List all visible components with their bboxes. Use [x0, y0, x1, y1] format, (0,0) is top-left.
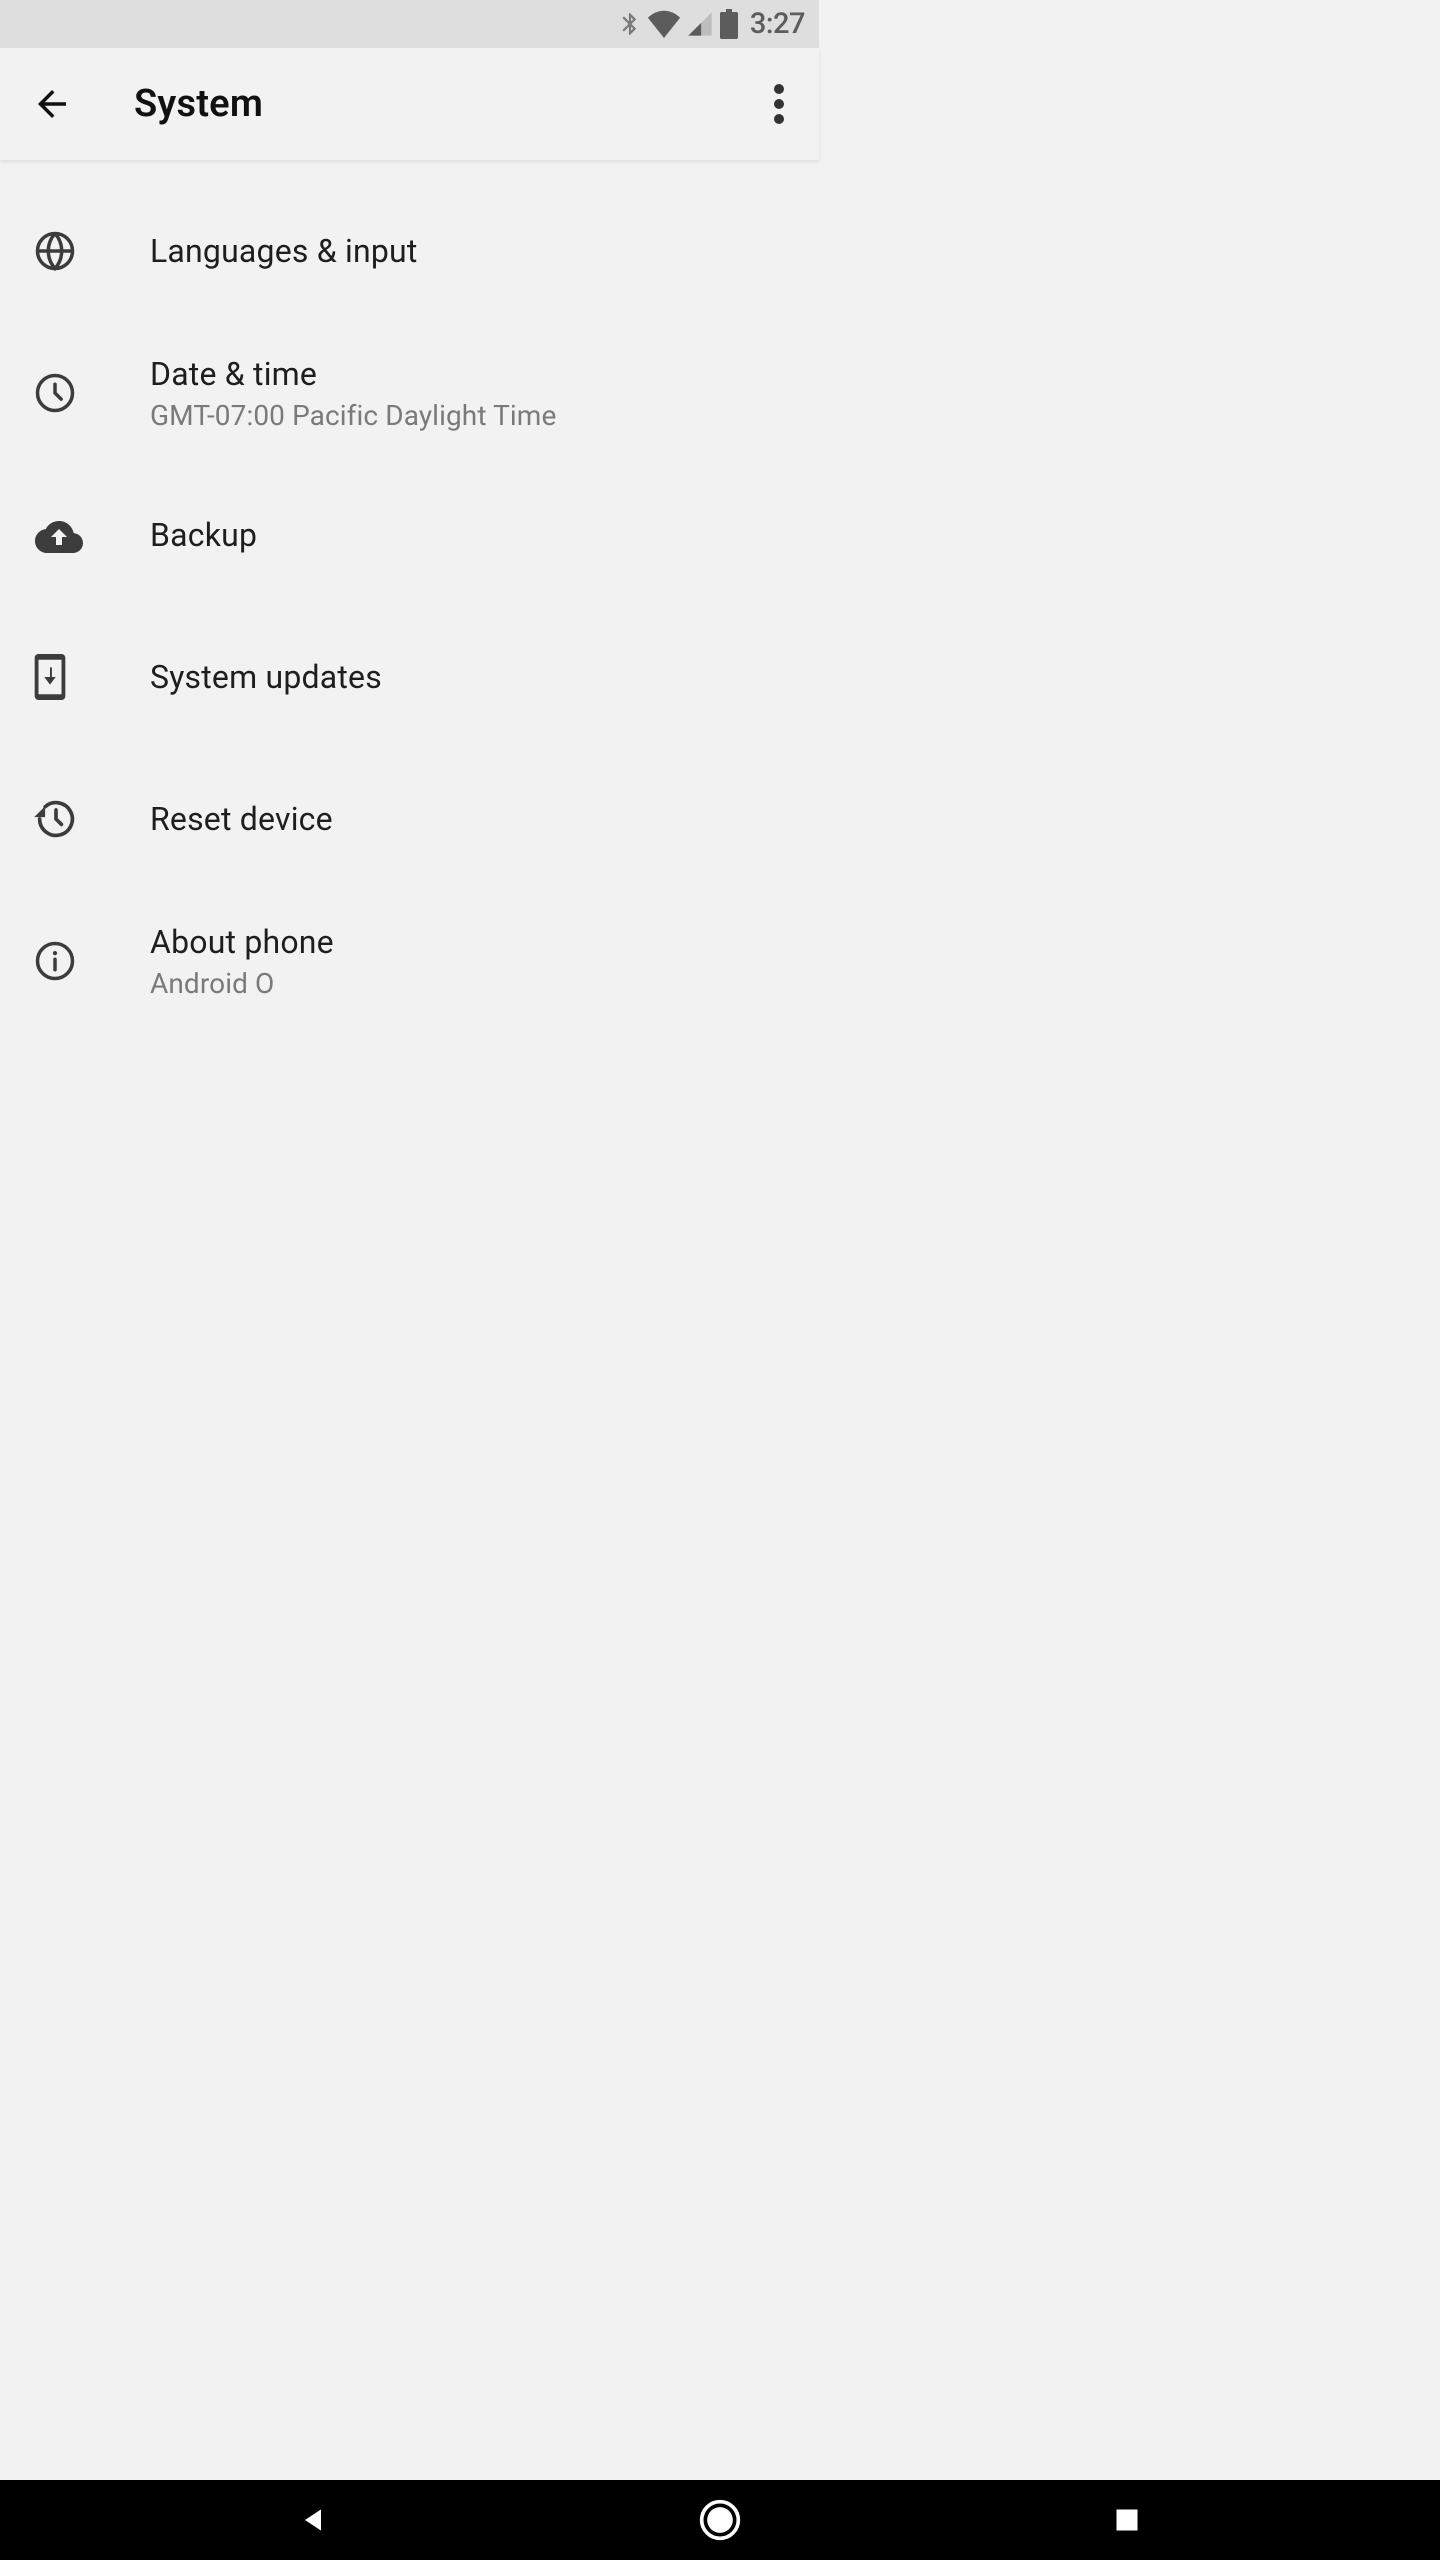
triangle-back-icon — [297, 2504, 329, 2536]
clock-icon — [0, 372, 150, 414]
list-item-reset-device[interactable]: Reset device — [0, 748, 819, 890]
item-title: Languages & input — [150, 232, 418, 270]
item-title: Reset device — [150, 800, 333, 838]
item-title: System updates — [150, 658, 382, 696]
item-title: Backup — [150, 516, 257, 554]
item-title: Date & time — [150, 355, 556, 393]
list-item-system-updates[interactable]: System updates — [0, 606, 819, 748]
globe-icon — [0, 230, 150, 272]
back-button[interactable] — [28, 80, 76, 128]
nav-back-button[interactable] — [283, 2490, 343, 2550]
info-icon — [0, 940, 150, 982]
navigation-bar — [0, 2480, 1440, 2560]
app-bar: System — [0, 48, 819, 160]
overflow-menu-button[interactable] — [755, 80, 803, 128]
item-title: About phone — [150, 923, 334, 961]
wifi-icon — [647, 10, 681, 38]
system-update-icon — [0, 654, 150, 700]
cloud-upload-icon — [0, 517, 150, 553]
nav-recent-button[interactable] — [1097, 2490, 1157, 2550]
bluetooth-icon — [617, 9, 643, 39]
status-time: 3:27 — [750, 7, 805, 41]
square-recent-icon — [1113, 2506, 1141, 2534]
circle-home-icon — [698, 2498, 742, 2542]
status-bar: 3:27 — [0, 0, 819, 48]
more-vert-icon — [774, 84, 784, 124]
arrow-back-icon — [31, 83, 73, 125]
item-subtitle: Android O — [150, 967, 334, 1000]
battery-icon — [719, 9, 739, 39]
settings-list: Languages & input Date & time GMT-07:00 … — [0, 160, 819, 1032]
list-item-languages-input[interactable]: Languages & input — [0, 180, 819, 322]
page-title: System — [134, 82, 263, 126]
status-icons — [617, 9, 739, 39]
cell-signal-icon — [685, 10, 715, 38]
nav-home-button[interactable] — [690, 2490, 750, 2550]
list-item-backup[interactable]: Backup — [0, 464, 819, 606]
item-subtitle: GMT-07:00 Pacific Daylight Time — [150, 399, 556, 432]
restore-icon — [0, 799, 150, 839]
list-item-date-time[interactable]: Date & time GMT-07:00 Pacific Daylight T… — [0, 322, 819, 464]
list-item-about-phone[interactable]: About phone Android O — [0, 890, 819, 1032]
